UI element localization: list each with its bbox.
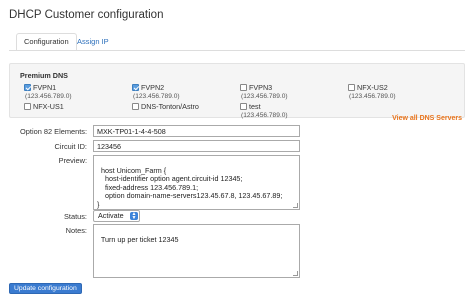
dns-ip: (123.456.789.0) (241, 111, 288, 119)
preview-text: host Unicom_Farm { host-identifier optio… (97, 165, 283, 209)
tab-assign-ip[interactable]: Assign IP (69, 33, 117, 51)
premium-dns-panel: Premium DNS FVPN1 (123.456.789.0) FVPN2 … (9, 63, 465, 120)
dns-name: FVPN1 (33, 83, 57, 92)
dns-item-fvpn1[interactable]: FVPN1 (123.456.789.0) (24, 83, 72, 101)
circuit-id-label: Circuit ID: (54, 142, 87, 151)
dns-name: FVPN2 (141, 83, 165, 92)
checkbox-dns-tonton-astro[interactable] (132, 103, 139, 110)
dns-name: NFX-US2 (357, 83, 388, 92)
status-value: Activate (98, 211, 124, 220)
checkbox-fvpn3[interactable] (240, 84, 247, 91)
view-all-dns-link[interactable]: View all DNS Servers (392, 115, 462, 122)
option82-label: Option 82 Elements: (20, 127, 87, 136)
dns-ip: (123.456.789.0) (25, 92, 72, 100)
notes-textarea[interactable]: Turn up per ticket 12345 (93, 224, 300, 278)
dns-name: DNS-Tonton/Astro (141, 102, 199, 111)
dns-name: test (249, 102, 261, 111)
resize-handle-icon[interactable] (293, 203, 298, 208)
dns-item-fvpn3[interactable]: FVPN3 (123.456.789.0) (240, 83, 288, 101)
tab-configuration[interactable]: Configuration (16, 33, 77, 51)
notes-text: Turn up per ticket 12345 (100, 234, 179, 244)
page-title: DHCP Customer configuration (9, 9, 164, 21)
dns-item-nfx-us2[interactable]: NFX-US2 (123.456.789.0) (348, 83, 396, 101)
circuit-id-input[interactable]: 123456 (93, 140, 300, 152)
dns-item-test[interactable]: test (123.456.789.0) (240, 102, 288, 120)
dns-item-fvpn2[interactable]: FVPN2 (123.456.789.0) (132, 83, 180, 101)
checkbox-fvpn1[interactable] (24, 84, 31, 91)
dns-name: FVPN3 (249, 83, 273, 92)
dns-ip: (123.456.789.0) (133, 92, 180, 100)
premium-dns-title: Premium DNS (20, 71, 68, 80)
dns-item-nfx-us1[interactable]: NFX-US1 (24, 102, 64, 112)
checkbox-test[interactable] (240, 103, 247, 110)
option82-input[interactable]: MXK-TP01-1-4-4-508 (93, 125, 300, 137)
checkbox-nfx-us1[interactable] (24, 103, 31, 110)
dns-ip: (123.456.789.0) (349, 92, 396, 100)
resize-handle-icon[interactable] (293, 271, 298, 276)
status-select[interactable]: Activate ▲ ▼ (93, 210, 140, 222)
notes-label: Notes: (65, 226, 87, 235)
tabs-divider (9, 50, 465, 51)
update-configuration-button[interactable]: Update configuration (9, 283, 82, 294)
checkbox-nfx-us2[interactable] (348, 84, 355, 91)
preview-textarea[interactable]: host Unicom_Farm { host-identifier optio… (93, 155, 300, 210)
dns-item-dns-tonton-astro[interactable]: DNS-Tonton/Astro (132, 102, 199, 112)
dns-name: NFX-US1 (33, 102, 64, 111)
select-arrows-icon: ▲ ▼ (130, 211, 138, 221)
dns-ip: (123.456.789.0) (241, 92, 288, 100)
preview-label: Preview: (58, 156, 87, 165)
status-label: Status: (63, 212, 87, 221)
checkbox-fvpn2[interactable] (132, 84, 139, 91)
